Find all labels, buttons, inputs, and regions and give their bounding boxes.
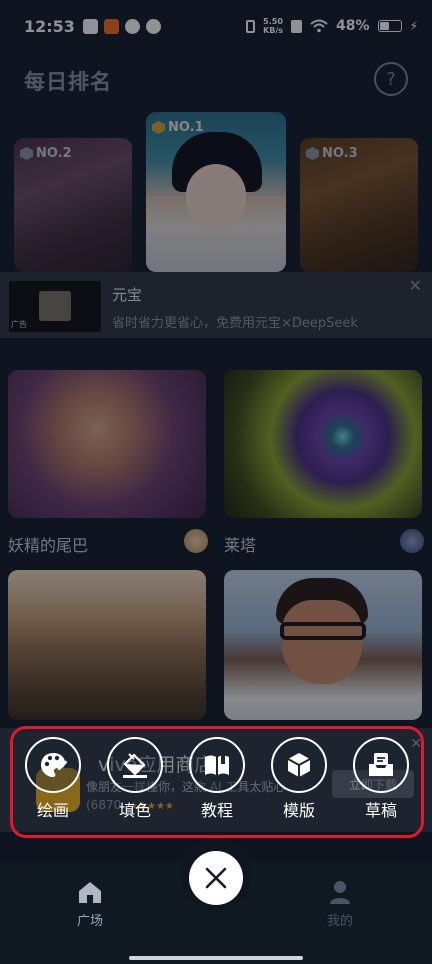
ad-close-button[interactable]: ✕	[409, 276, 422, 295]
rank-hex-icon	[20, 147, 33, 160]
ad-name: 元宝	[112, 286, 143, 304]
drafts-icon	[353, 737, 409, 793]
ad-thumbnail-image	[39, 291, 71, 321]
rank-badge-text: NO.1	[168, 120, 204, 135]
rank-badge-3: NO.3	[306, 146, 358, 161]
status-right: 5.50 KB/s 48% ⚡	[246, 17, 418, 35]
nav-label: 广场	[76, 914, 103, 929]
gallery-title: 妖精的尾巴	[8, 536, 89, 555]
gallery-tile-fairy[interactable]	[8, 370, 206, 518]
menu-item-drafts[interactable]: 草稿	[349, 737, 413, 821]
ad-tag: 广告	[11, 320, 27, 329]
app-screen: 12:53 5.50 KB/s 48% ⚡ 每日排名 ? NO.2 NO.1 N…	[0, 0, 432, 964]
rank-card-1[interactable]: NO.1	[146, 112, 286, 272]
header: 每日排名 ?	[0, 58, 432, 102]
menu-label: 填色	[118, 801, 151, 820]
portrait-face	[282, 600, 362, 684]
profile-icon	[330, 881, 350, 904]
menu-label: 绘画	[36, 801, 69, 820]
charging-icon: ⚡	[409, 19, 418, 33]
ad-banner[interactable]: 广告 元宝 省时省力更省心，免费用元宝×DeepSeek ✕	[0, 272, 432, 338]
page-title: 每日排名	[24, 70, 112, 94]
gallery-tile-desert[interactable]	[8, 570, 206, 720]
ad-description: 省时省力更省心，免费用元宝×DeepSeek	[112, 316, 358, 331]
vibrate-icon	[246, 19, 256, 33]
home-indicator[interactable]	[129, 956, 303, 960]
author-avatar[interactable]	[400, 529, 424, 553]
book-icon	[189, 737, 245, 793]
menu-label: 草稿	[364, 801, 397, 820]
video-app-icon	[124, 18, 140, 34]
box-icon	[271, 737, 327, 793]
rank-badge-text: NO.2	[36, 146, 72, 161]
sim-off-icon	[291, 19, 303, 33]
close-icon	[205, 867, 227, 889]
menu-item-fill[interactable]: 填色	[103, 737, 167, 821]
anime-skin	[186, 164, 246, 226]
app-notification-icon	[103, 18, 119, 34]
gallery-tile-portrait[interactable]	[224, 570, 422, 720]
link-app-icon	[145, 18, 161, 34]
rank-card-2[interactable]: NO.2	[14, 138, 132, 272]
net-speed-unit: KB/s	[263, 26, 284, 35]
help-button[interactable]: ?	[374, 62, 408, 96]
paint-bucket-icon	[107, 737, 163, 793]
notification-icons	[82, 18, 161, 34]
battery-percent: 48%	[336, 18, 370, 34]
nav-label: 我的	[326, 914, 353, 929]
status-time: 12:53	[24, 16, 75, 36]
net-speed: 5.50 KB/s	[263, 17, 283, 35]
rank-hex-icon	[152, 121, 165, 134]
battery-icon	[377, 20, 402, 32]
ad-thumbnail: 广告	[9, 281, 101, 332]
home-icon	[79, 882, 101, 903]
mail-icon	[82, 18, 98, 34]
wifi-icon	[310, 19, 328, 33]
palette-icon	[25, 737, 81, 793]
nav-item-profile[interactable]: 我的	[310, 880, 370, 929]
menu-label: 教程	[200, 801, 233, 820]
rank-badge-2: NO.2	[20, 146, 72, 161]
portrait-glasses	[280, 622, 366, 640]
rank-card-3[interactable]: NO.3	[300, 138, 418, 272]
menu-label: 模版	[282, 801, 315, 820]
menu-item-draw[interactable]: 绘画	[21, 737, 85, 821]
rank-hex-icon	[306, 147, 319, 160]
author-avatar[interactable]	[184, 529, 208, 553]
status-bar: 12:53 5.50 KB/s 48% ⚡	[0, 0, 432, 52]
rank-badge-1: NO.1	[152, 120, 204, 135]
gallery-tile-laita[interactable]	[224, 370, 422, 518]
help-icon: ?	[386, 68, 396, 90]
rank-badge-text: NO.3	[322, 146, 358, 161]
menu-item-tutorial[interactable]: 教程	[185, 737, 249, 821]
gallery-title: 莱塔	[224, 536, 257, 555]
menu-item-template[interactable]: 模版	[267, 737, 331, 821]
nav-item-square[interactable]: 广场	[60, 880, 120, 929]
net-speed-value: 5.50	[263, 17, 283, 26]
create-menu: 绘画 填色 教程 模版 草稿	[10, 726, 424, 838]
close-menu-button[interactable]	[189, 851, 243, 905]
